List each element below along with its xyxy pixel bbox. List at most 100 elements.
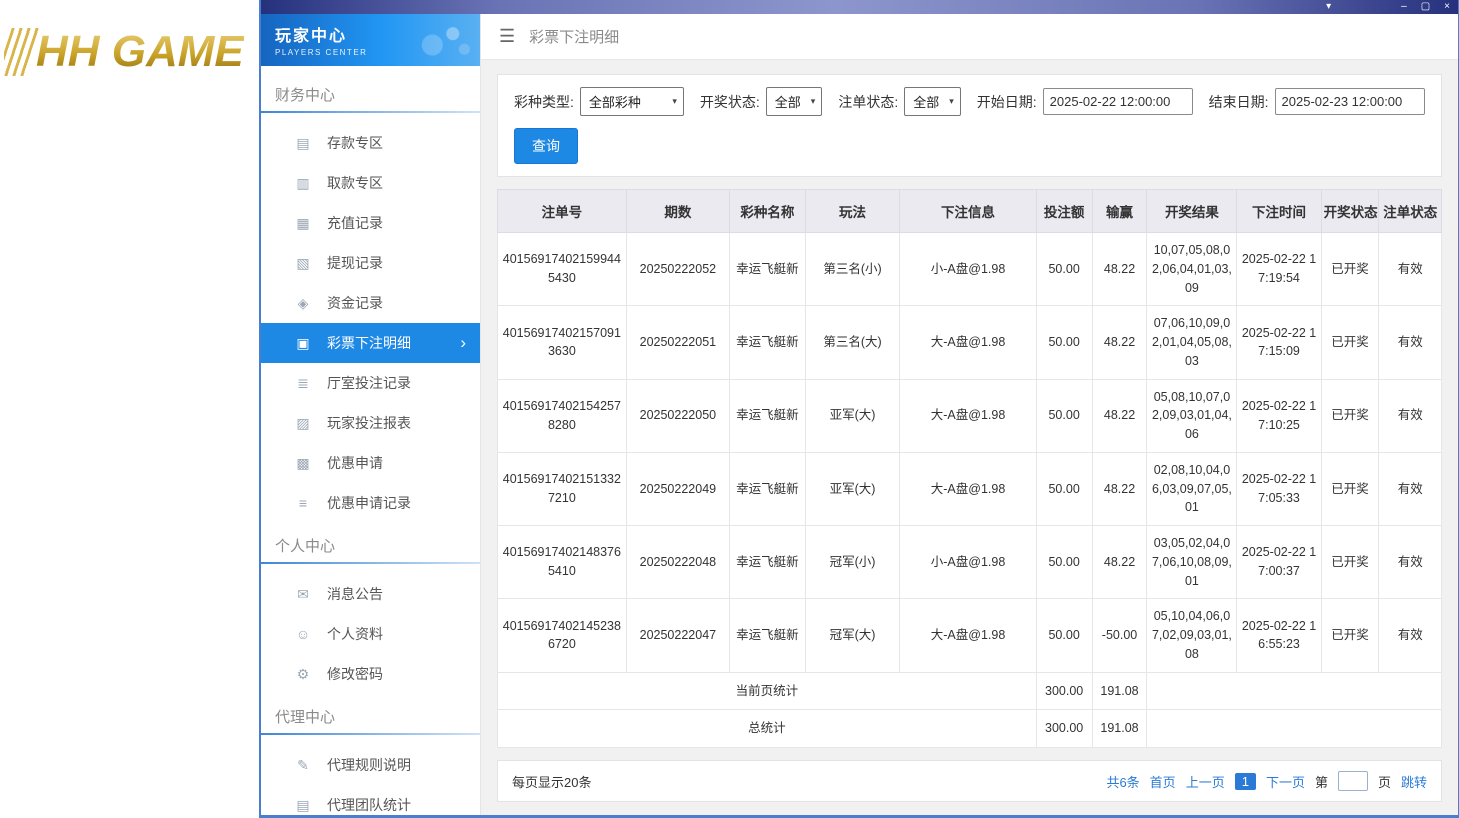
logo-text: HH GAME <box>36 27 244 76</box>
chevron-right-icon: › <box>460 333 466 352</box>
cell-draw-status: 已开奖 <box>1320 231 1380 307</box>
sidebar-item-messages[interactable]: ✉ 消息公告 <box>261 574 480 614</box>
sidebar-item-change-password[interactable]: ⚙ 修改密码 <box>261 654 480 694</box>
cell-result: 03,05,02,04,07,06,10,08,09,01 <box>1146 524 1238 600</box>
table-row: 401569174021570913630 20250222051 幸运飞艇新 第三名… <box>497 305 1442 380</box>
sidebar-item-label: 资金记录 <box>327 295 383 311</box>
column-header: 下注信息 <box>899 189 1037 233</box>
promo-apply-record-icon: ≡ <box>298 495 308 511</box>
sidebar-item-label: 优惠申请 <box>327 455 383 471</box>
total-stats-row: 总统计 300.00 191.08 <box>497 709 1442 748</box>
close-icon[interactable]: × <box>1444 2 1450 12</box>
next-page-link[interactable]: 下一页 <box>1266 772 1305 791</box>
column-header: 彩种名称 <box>728 189 806 233</box>
sidebar-item-withdraw-zone[interactable]: ▥ 取款专区 <box>261 163 480 203</box>
prev-page-link[interactable]: 上一页 <box>1186 772 1225 791</box>
column-header: 注单状态 <box>1378 189 1442 233</box>
cell-time: 2025-02-22 17:05:33 <box>1236 451 1322 527</box>
draw-status-label: 开奖状态: <box>699 93 760 110</box>
cell-order-no: 401569174021483765410 <box>497 524 627 600</box>
stats-empty <box>1146 709 1442 748</box>
withdraw-zone-icon: ▥ <box>296 174 310 191</box>
sidebar: 玩家中心 PLAYERS CENTER 财务中心 ▤ 存款专区 ▥ 取款专区 ▦ 充值记录 ▧… <box>261 14 481 815</box>
cell-lottery: 幸运飞艇新 <box>728 598 806 673</box>
column-header: 期数 <box>625 189 730 233</box>
sidebar-item-deposit-zone[interactable]: ▤ 存款专区 <box>261 123 480 163</box>
cell-order-no: 401569174021513327210 <box>497 451 627 527</box>
cell-period: 20250222047 <box>625 598 730 673</box>
page-size-text: 每页显示20条 <box>512 774 592 790</box>
app-window: ▾ – ▢ × 玩家中心 PLAYERS CENTER 财务中心 ▤ 存款专区 ▥ 取款… <box>259 0 1459 818</box>
sidebar-item-label: 厅室投注记录 <box>327 375 411 391</box>
sidebar-item-label: 消息公告 <box>327 586 383 602</box>
column-header: 开奖状态 <box>1320 189 1380 233</box>
sidebar-item-promo-apply[interactable]: ▩ 优惠申请 <box>261 443 480 483</box>
cell-order-status: 有效 <box>1378 598 1442 673</box>
table-row: 401569174021513327210 20250222049 幸运飞艇新 亚军(… <box>497 451 1442 527</box>
end-date-group: 结束日期: <box>1209 88 1425 115</box>
cell-play: 冠军(大) <box>804 598 901 673</box>
end-date-label: 结束日期: <box>1208 93 1269 110</box>
cell-amount: 50.00 <box>1035 378 1093 453</box>
sidebar-item-profile[interactable]: ☺ 个人资料 <box>261 614 480 654</box>
current-page-indicator[interactable]: 1 <box>1234 772 1256 790</box>
cell-draw-status: 已开奖 <box>1320 378 1380 453</box>
order-status-value: 全部 <box>913 95 940 110</box>
cell-order-status: 有效 <box>1378 378 1442 453</box>
cell-time: 2025-02-22 17:00:37 <box>1236 524 1322 600</box>
main-content: ☰ 彩票下注明细 彩种类型: 全部彩种 ▾ 开奖状态: 全部 ▾ 注单状态: 全… <box>481 14 1458 815</box>
sidebar-section-title: 代理中心 <box>275 709 336 726</box>
brand-logo: HH GAME <box>4 22 256 82</box>
message-icon: ✉ <box>297 585 309 602</box>
draw-status-select[interactable]: 全部 ▾ <box>765 87 823 116</box>
lottery-type-select[interactable]: 全部彩种 ▾ <box>579 87 684 116</box>
minimize-icon[interactable]: – <box>1401 2 1407 12</box>
page-jump-input[interactable] <box>1337 771 1368 791</box>
cell-bet-info: 大-A盘@1.98 <box>899 378 1037 453</box>
cell-lottery: 幸运飞艇新 <box>728 378 806 453</box>
page-title: 彩票下注明细 <box>529 29 620 46</box>
cell-amount: 50.00 <box>1035 231 1093 307</box>
end-date-input[interactable] <box>1274 88 1425 115</box>
sidebar-item-lottery-bet-details[interactable]: ▣ 彩票下注明细 › <box>261 323 480 363</box>
cell-play: 第三名(小) <box>804 231 901 307</box>
sidebar-item-withdraw-records[interactable]: ▧ 提现记录 <box>261 243 480 283</box>
sidebar-sections: 财务中心 ▤ 存款专区 ▥ 取款专区 ▦ 充值记录 ▧ 提现记录 ◈ 资金记录 ▣ 彩票下注明细 › ≣ 厅室… <box>261 66 480 815</box>
cell-result: 07,06,10,09,02,01,04,05,08,03 <box>1146 305 1238 380</box>
cell-period: 20250222048 <box>625 524 730 600</box>
first-page-link[interactable]: 首页 <box>1150 772 1176 791</box>
sidebar-item-player-bet-report[interactable]: ▨ 玩家投注报表 <box>261 403 480 443</box>
sidebar-item-agent-team-stats[interactable]: ▤ 代理团队统计 <box>261 785 480 815</box>
maximize-icon[interactable]: ▢ <box>1421 2 1430 12</box>
cell-amount: 50.00 <box>1035 524 1093 600</box>
chevron-down-icon[interactable]: ▾ <box>1326 2 1331 12</box>
sidebar-item-promo-apply-records[interactable]: ≡ 优惠申请记录 <box>261 483 480 523</box>
cell-lottery: 幸运飞艇新 <box>728 524 806 600</box>
content-topbar: ☰ 彩票下注明细 <box>481 14 1458 60</box>
sidebar-item-label: 彩票下注明细 <box>327 335 411 351</box>
sidebar-item-label: 充值记录 <box>327 215 383 231</box>
sidebar-item-hall-bet-records[interactable]: ≣ 厅室投注记录 <box>261 363 480 403</box>
sidebar-item-funds-records[interactable]: ◈ 资金记录 <box>261 283 480 323</box>
cell-result: 10,07,05,08,02,06,04,01,03,09 <box>1146 231 1238 307</box>
hamburger-icon[interactable]: ☰ <box>499 26 515 47</box>
cell-bet-info: 大-A盘@1.98 <box>899 451 1037 527</box>
sidebar-item-label: 玩家投注报表 <box>327 415 411 431</box>
start-date-input[interactable] <box>1042 88 1193 115</box>
cell-play: 亚军(大) <box>804 378 901 453</box>
cell-play: 冠军(小) <box>804 524 901 600</box>
sidebar-item-agent-rules[interactable]: ✎ 代理规则说明 <box>261 745 480 785</box>
withdraw-record-icon: ▧ <box>296 254 310 271</box>
cell-order-status: 有效 <box>1378 305 1442 380</box>
sidebar-section-title: 财务中心 <box>275 87 336 104</box>
jump-button[interactable]: 跳转 <box>1401 772 1427 791</box>
order-status-select[interactable]: 全部 ▾ <box>904 87 961 116</box>
funds-record-icon: ◈ <box>297 294 309 311</box>
sidebar-item-label: 存款专区 <box>327 135 383 151</box>
cell-period: 20250222052 <box>625 231 730 307</box>
query-button[interactable]: 查询 <box>514 128 578 164</box>
page-stats-row: 当前页统计 300.00 191.08 <box>497 671 1442 711</box>
section-divider <box>261 562 480 564</box>
stats-amount: 300.00 <box>1035 709 1093 748</box>
sidebar-item-recharge-records[interactable]: ▦ 充值记录 <box>261 203 480 243</box>
